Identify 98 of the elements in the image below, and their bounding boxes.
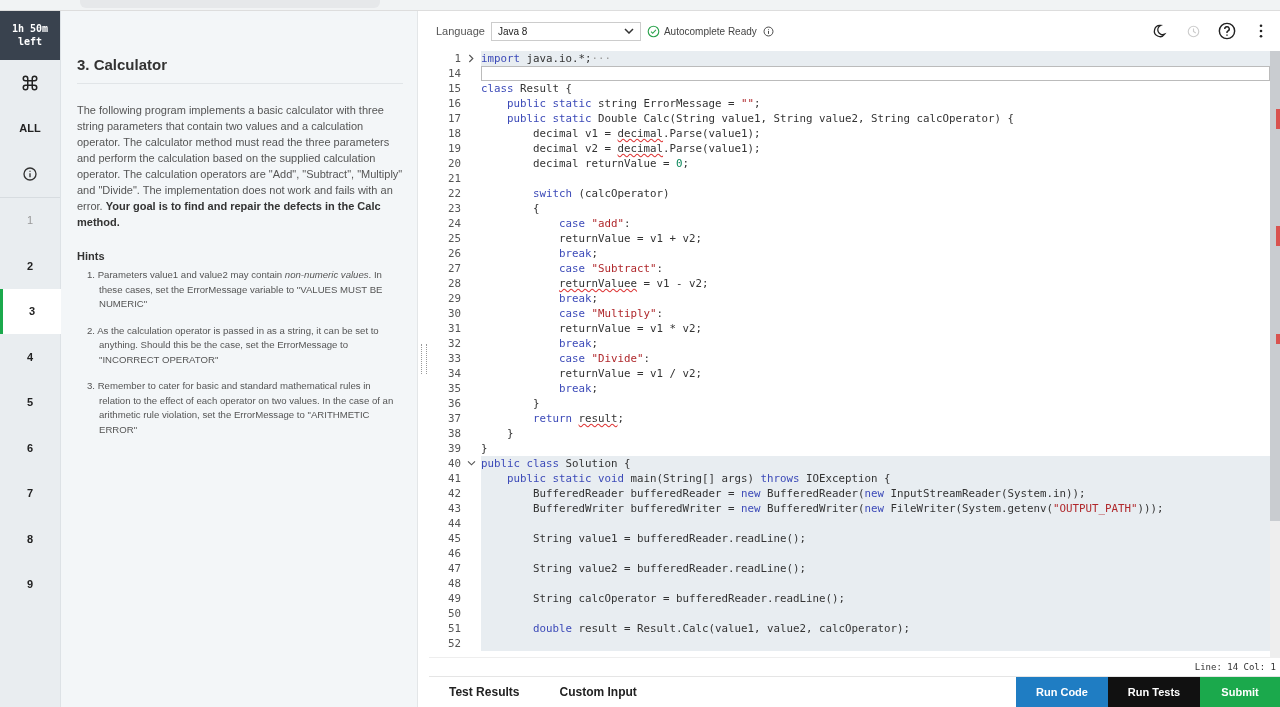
code-line: break; bbox=[558, 291, 600, 306]
problem-description: The following program implements a basic calculator with three string parameters that contain two values and a calculation operator. The calculator method must read the three parameters and perform the calculation based on the supplied calculation operator. The calculation operators are "Add", "Subtract", "Multiply" and "Divide". The implementation does not work and fails with an error. Your goal is to find and repair the defects in the Calc method. bbox=[77, 103, 403, 230]
line-number: 32 bbox=[447, 336, 461, 351]
line-number: 44 bbox=[447, 516, 461, 531]
code-line: switch (calcOperator) bbox=[532, 186, 671, 201]
line-number: 30 bbox=[447, 306, 461, 321]
line-number: 26 bbox=[447, 246, 461, 261]
question-tab[interactable]: 5 bbox=[0, 379, 60, 425]
hint-text: 3. Remember to cater for basic and standard mathematical rules in relation to the effect of each operator on two values. In the case of an arithmetic rule violation, set the ErrorMessage to "ARITHMETIC ERROR" bbox=[87, 379, 395, 437]
problem-title: 3. Calculator bbox=[77, 56, 169, 73]
chevron-down-icon[interactable] bbox=[466, 460, 476, 467]
line-number: 38 bbox=[447, 426, 461, 441]
line-number: 39 bbox=[447, 441, 461, 456]
code-line: returnValue = v1 / v2; bbox=[558, 366, 703, 381]
code-line: case "Multiply": bbox=[558, 306, 665, 321]
line-number: 24 bbox=[447, 216, 461, 231]
info-icon[interactable] bbox=[762, 25, 774, 37]
question-tab[interactable]: 6 bbox=[0, 425, 60, 471]
code-line: case "Subtract": bbox=[558, 261, 665, 276]
code-line: } bbox=[481, 441, 489, 456]
chevron-right-icon[interactable] bbox=[467, 54, 475, 63]
line-number: 52 bbox=[447, 636, 461, 651]
timer: 1h 50m left bbox=[0, 11, 60, 60]
cursor-position: Line: 14 Col: 1 bbox=[1194, 662, 1276, 672]
question-tab[interactable]: 7 bbox=[0, 470, 60, 516]
line-number: 15 bbox=[447, 81, 461, 96]
check-circle-icon bbox=[646, 24, 660, 38]
panel-tab[interactable]: Test Results bbox=[449, 677, 520, 707]
code-line: decimal v2 = decimal.Parse(value1); bbox=[532, 141, 762, 156]
line-number: 22 bbox=[447, 186, 461, 201]
line-number: 51 bbox=[447, 621, 461, 636]
line-number: 36 bbox=[447, 396, 461, 411]
line-number: 48 bbox=[447, 576, 461, 591]
info-icon[interactable] bbox=[22, 165, 38, 182]
line-number: 49 bbox=[447, 591, 461, 606]
code-line: break; bbox=[558, 381, 600, 396]
caret-icon bbox=[623, 28, 634, 34]
code-line: public static Double Calc(String value1, String value2, String calcOperator) { bbox=[506, 111, 1016, 126]
line-number: 33 bbox=[447, 351, 461, 366]
line-number: 35 bbox=[447, 381, 461, 396]
question-tab[interactable]: 3 bbox=[0, 288, 61, 334]
line-number: 40 bbox=[447, 456, 461, 471]
hints-heading: Hints bbox=[77, 250, 106, 262]
line-number: 27 bbox=[447, 261, 461, 276]
line-number: 47 bbox=[447, 561, 461, 576]
line-number: 20 bbox=[447, 156, 461, 171]
code-line: case "Divide": bbox=[558, 351, 652, 366]
code-line: break; bbox=[558, 246, 600, 261]
hint-text: 2. As the calculation operator is passed in as a string, it can be set to anything. Should this be the case, set the ErrorMessage to "INCORRECT OPERATOR" bbox=[87, 323, 380, 367]
line-number: 29 bbox=[447, 291, 461, 306]
code-line: returnValue = v1 * v2; bbox=[558, 321, 703, 336]
line-number: 45 bbox=[447, 531, 461, 546]
line-number: 14 bbox=[447, 66, 461, 81]
line-number: 31 bbox=[447, 321, 461, 336]
line-number: 25 bbox=[447, 231, 461, 246]
code-line: class Result { bbox=[481, 81, 574, 96]
line-number: 19 bbox=[447, 141, 461, 156]
line-number: 34 bbox=[447, 366, 461, 381]
code-line: { bbox=[532, 201, 541, 216]
question-tab[interactable]: 4 bbox=[0, 334, 60, 380]
line-number: 16 bbox=[447, 96, 461, 111]
question-tab[interactable]: 8 bbox=[0, 516, 60, 562]
code-line: decimal v1 = decimal.Parse(value1); bbox=[532, 126, 762, 141]
hint-text: 1. Parameters value1 and value2 may contain non-numeric values. In these cases, set the ErrorMessage variable to "VALUES MUST BE NUMERIC" bbox=[87, 268, 384, 311]
line-number: 17 bbox=[447, 111, 461, 126]
code-line: break; bbox=[558, 336, 600, 351]
line-number: 28 bbox=[447, 276, 461, 291]
help-icon[interactable] bbox=[1218, 22, 1236, 40]
run-tests-button[interactable]: Run Tests bbox=[1108, 677, 1200, 707]
line-number: 1 bbox=[453, 51, 461, 66]
line-number: 23 bbox=[447, 201, 461, 216]
question-tab[interactable]: 2 bbox=[0, 243, 60, 289]
line-number: 41 bbox=[447, 471, 461, 486]
run-code-button[interactable]: Run Code bbox=[1016, 677, 1108, 707]
all-questions-tab[interactable]: ALL bbox=[0, 105, 60, 151]
code-line: public static string ErrorMessage = ""; bbox=[506, 96, 762, 111]
scrollbar[interactable] bbox=[1270, 51, 1280, 657]
line-number: 42 bbox=[447, 486, 461, 501]
question-tab[interactable]: 9 bbox=[0, 561, 60, 607]
line-number: 18 bbox=[447, 126, 461, 141]
line-number: 21 bbox=[447, 171, 461, 186]
code-line: } bbox=[532, 396, 541, 411]
language-label: Language bbox=[436, 25, 485, 37]
line-number: 50 bbox=[447, 606, 461, 621]
command-key-icon[interactable] bbox=[21, 73, 39, 92]
code-line: } bbox=[506, 426, 515, 441]
resize-handle[interactable] bbox=[420, 344, 427, 374]
line-number: 43 bbox=[447, 501, 461, 516]
language-dropdown[interactable]: Java 8 bbox=[490, 21, 641, 41]
code-line: decimal returnValue = 0; bbox=[532, 156, 691, 171]
code-line: return result; bbox=[532, 411, 626, 426]
autocomplete-status: Autocomplete Ready bbox=[663, 25, 757, 37]
panel-tab[interactable]: Custom Input bbox=[559, 677, 637, 707]
code-line: returnValuee = v1 - v2; bbox=[558, 276, 710, 291]
code-line: returnValue = v1 + v2; bbox=[558, 231, 703, 246]
line-number: 46 bbox=[447, 546, 461, 561]
line-number: 37 bbox=[447, 411, 461, 426]
code-line: case "add": bbox=[558, 216, 632, 231]
